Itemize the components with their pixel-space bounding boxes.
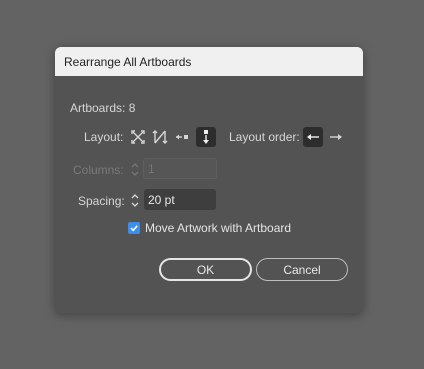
columns-field: 1 [143,158,217,179]
left-to-right-icon [307,134,319,140]
dialog-title: Rearrange All Artboards [64,54,192,69]
layout-arrange-by-column-button[interactable] [196,127,216,147]
layout-grid-by-row-button[interactable] [128,127,148,147]
arrange-by-row-icon [176,134,188,140]
stepper-arrows-icon [131,163,139,176]
grid-by-row-icon [131,130,145,144]
cancel-button[interactable]: Cancel [256,258,348,281]
checkmark-icon [130,225,138,232]
arrange-by-column-icon [203,130,209,144]
right-to-left-icon [330,134,342,140]
grid-by-column-icon [152,130,168,144]
spacing-label: Spacing: [78,194,125,208]
spacing-stepper[interactable] [128,190,142,211]
stepper-arrows-icon [131,194,139,207]
move-artwork-label[interactable]: Move Artwork with Artboard [145,221,291,235]
cancel-button-label: Cancel [283,262,321,277]
layout-order-left-to-right-button[interactable] [303,127,323,147]
layout-grid-by-column-button[interactable] [150,127,170,147]
columns-label: Columns: [73,163,124,177]
artboards-count-label: Artboards: 8 [70,101,136,115]
ok-button[interactable]: OK [159,258,252,281]
dialog-titlebar[interactable]: Rearrange All Artboards [55,47,363,76]
spacing-field[interactable]: 20 pt [144,189,216,210]
columns-stepper [128,159,142,180]
columns-value: 1 [148,161,155,176]
layout-order-label: Layout order: [229,130,300,144]
layout-arrange-by-row-button[interactable] [172,127,192,147]
move-artwork-checkbox[interactable] [128,222,140,234]
layout-order-right-to-left-button[interactable] [326,127,346,147]
rearrange-artboards-dialog: Rearrange All Artboards Artboards: 8 Lay… [55,47,363,313]
layout-label: Layout: [84,130,124,144]
ok-button-label: OK [196,262,215,277]
spacing-value: 20 pt [148,192,175,207]
